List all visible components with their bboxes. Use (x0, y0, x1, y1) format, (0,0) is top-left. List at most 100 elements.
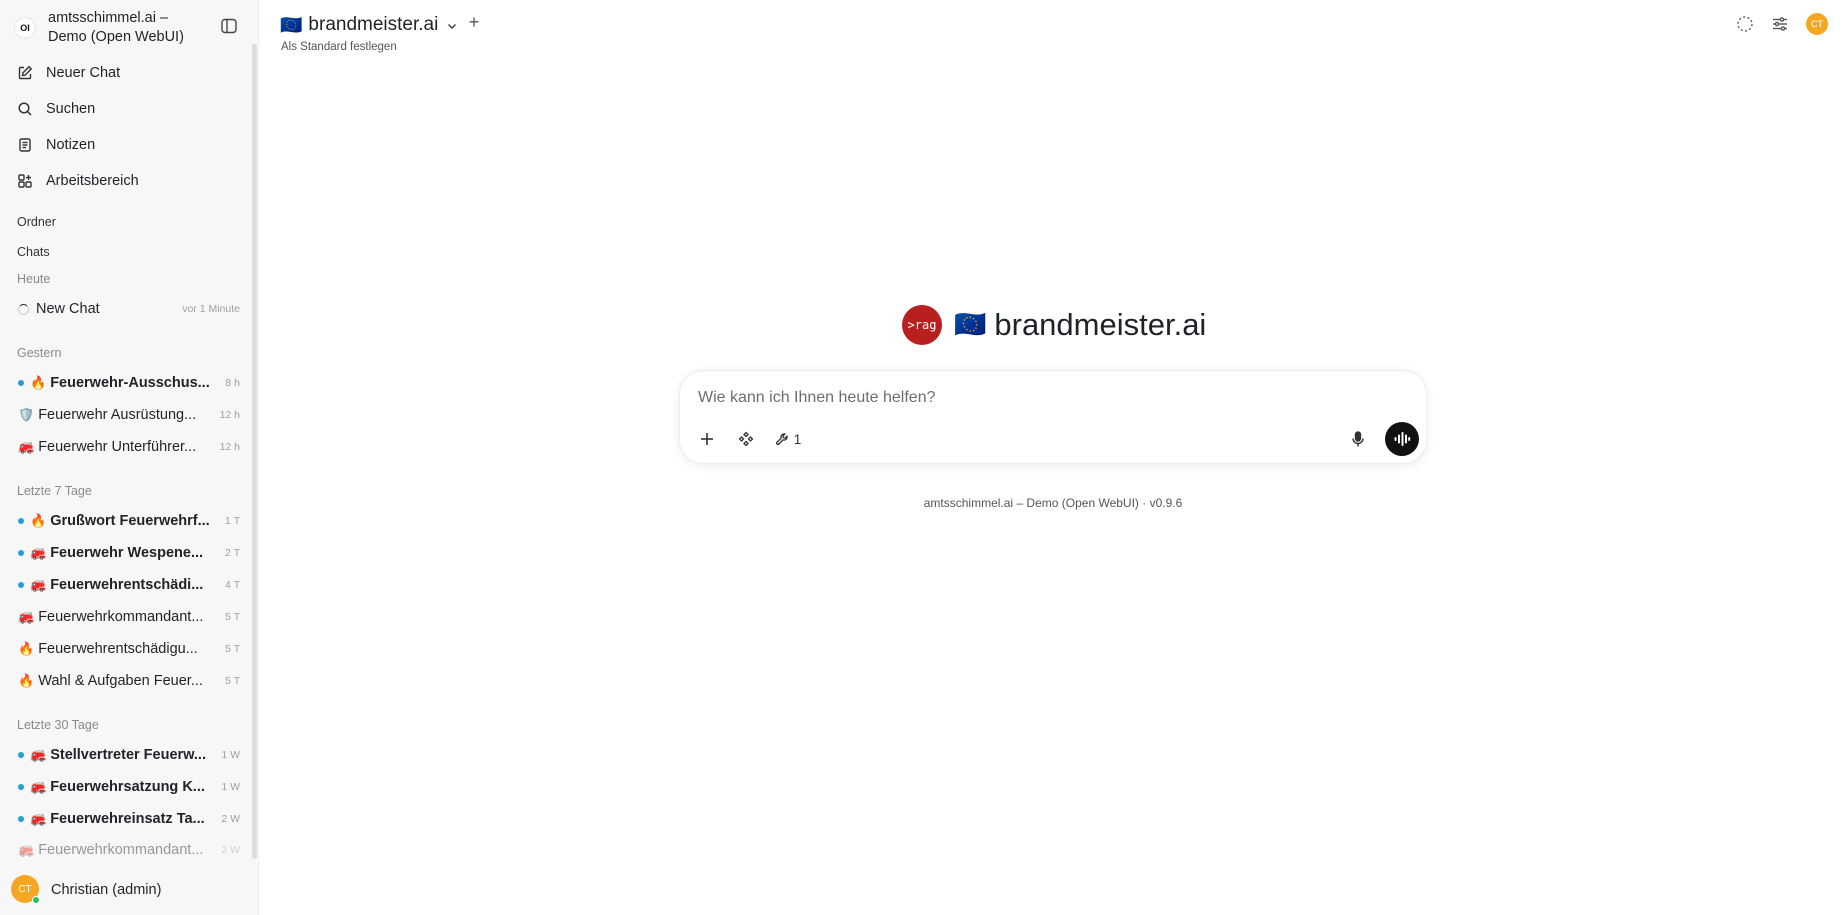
chat-title: Feuerwehr Ausrüstung... (38, 407, 197, 423)
group-label-today: Heute (17, 272, 51, 286)
model-flag: 🇪🇺 (280, 14, 303, 36)
top-user-avatar[interactable]: CT (1806, 13, 1828, 35)
plus-icon (701, 433, 713, 445)
chat-emoji: 🔥 (30, 513, 47, 529)
group-label-yesterday: Gestern (17, 346, 62, 360)
chat-time: vor 1 Minute (182, 303, 240, 315)
chat-time: 2 T (225, 547, 240, 559)
chat-time: 5 T (225, 675, 240, 687)
chat-item[interactable]: 🚒 Feuerwehrkommandant... 2 W (10, 837, 248, 863)
voice-waveform-icon (1394, 432, 1411, 446)
chat-time: 1 W (221, 749, 240, 761)
user-menu[interactable]: CT Christian (admin) (0, 868, 259, 915)
chat-emoji: 🔥 (30, 375, 47, 391)
edit-icon (16, 64, 34, 82)
chat-item[interactable]: 🚒 Feuerwehr Unterführer... 12 h (10, 433, 248, 461)
chats-section[interactable]: Chats (17, 245, 50, 259)
sidebar-scrollbar[interactable] (252, 44, 257, 859)
chat-time: 2 W (221, 844, 240, 856)
chat-title: Feuerwehrentschädi... (50, 577, 204, 593)
chevron-down-icon (446, 19, 458, 31)
chat-time: 8 h (225, 377, 240, 389)
chat-title: Grußwort Feuerwehrf... (50, 513, 210, 529)
chat-item[interactable]: 🛡️ Feuerwehr Ausrüstung... 12 h (10, 401, 248, 429)
dictate-button[interactable] (1347, 428, 1369, 450)
online-status-indicator (32, 896, 40, 904)
add-model-button[interactable]: + (466, 13, 482, 31)
unread-dot (18, 816, 24, 822)
chat-time: 5 T (225, 611, 240, 623)
chat-emoji: 🚒 (30, 779, 47, 795)
app-title[interactable]: amtsschimmel.ai – Demo (Open WebUI) (48, 9, 188, 47)
chat-title: Feuerwehrentschädigu... (38, 641, 198, 657)
chat-item[interactable]: 🚒 Feuerwehrkommandant... 5 T (10, 603, 248, 631)
hero-model-name: brandmeister.ai (994, 307, 1207, 342)
nav-search[interactable]: Suchen (10, 93, 248, 125)
loading-spinner-icon (18, 303, 29, 315)
sidebar-toggle-icon[interactable] (220, 17, 238, 35)
search-icon (16, 100, 34, 118)
chat-item[interactable]: 🚒 Feuerwehreinsatz Ta... 2 W (10, 805, 248, 833)
nav-workspace[interactable]: Arbeitsbereich (10, 165, 248, 197)
chat-item[interactable]: 🔥 Feuerwehr-Ausschus... 8 h (10, 369, 248, 397)
nav-label: Neuer Chat (46, 65, 121, 81)
chat-item[interactable]: 🔥 Wahl & Aufgaben Feuer... 5 T (10, 667, 248, 695)
workspace-icon (16, 172, 34, 190)
attach-button[interactable] (696, 428, 718, 450)
chat-item[interactable]: 🔥 Feuerwehrentschädigu... 5 T (10, 635, 248, 663)
unread-dot (18, 752, 24, 758)
integrations-icon (738, 431, 754, 447)
tools-button[interactable]: 1 (771, 428, 805, 450)
model-avatar: >rag (902, 305, 942, 345)
chat-item[interactable]: 🚒 Feuerwehr Wespene... 2 T (10, 539, 248, 567)
chat-time: 12 h (219, 409, 240, 421)
chat-emoji: 🚒 (18, 439, 35, 455)
nav-new-chat[interactable]: Neuer Chat (10, 57, 248, 89)
nav-label: Suchen (46, 101, 96, 117)
voice-mode-button[interactable] (1385, 422, 1419, 456)
model-selector[interactable]: 🇪🇺 brandmeister.ai (280, 12, 458, 38)
chat-title: New Chat (36, 301, 100, 317)
chat-emoji: 🚒 (30, 545, 47, 561)
loading-icon[interactable] (1735, 14, 1755, 34)
nav-label: Arbeitsbereich (46, 173, 139, 189)
chat-title: Feuerwehreinsatz Ta... (50, 811, 205, 827)
message-input[interactable] (698, 389, 1378, 407)
group-label-last-30-days: Letzte 30 Tage (17, 718, 99, 732)
set-default-link[interactable]: Als Standard festlegen (281, 41, 397, 53)
chat-emoji: 🚒 (30, 747, 47, 763)
chat-time: 4 T (225, 579, 240, 591)
chat-title: Feuerwehr-Ausschus... (50, 375, 210, 391)
chat-title: Feuerwehrkommandant... (38, 609, 204, 625)
group-label-last-7-days: Letzte 7 Tage (17, 484, 92, 498)
model-name: brandmeister.ai (308, 14, 439, 35)
chat-time: 5 T (225, 643, 240, 655)
chat-emoji: 🔥 (18, 641, 35, 657)
chat-title: Feuerwehrkommandant... (38, 842, 204, 858)
chat-item[interactable]: 🚒 Stellvertreter Feuerw... 1 W (10, 741, 248, 769)
notes-icon (16, 136, 34, 154)
sidebar: OI amtsschimmel.ai – Demo (Open WebUI) N… (0, 0, 259, 915)
microphone-icon (1352, 430, 1364, 446)
user-name[interactable]: Christian (admin) (51, 882, 161, 898)
chat-item[interactable]: 🔥 Grußwort Feuerwehrf... 1 T (10, 507, 248, 535)
sidebar-header: OI amtsschimmel.ai – Demo (Open WebUI) (0, 0, 259, 56)
model-hero: >rag 🇪🇺 brandmeister.ai (902, 305, 1206, 345)
chat-item[interactable]: 🚒 Feuerwehrsatzung K... 1 W (10, 773, 248, 801)
controls-icon[interactable] (1770, 14, 1790, 34)
integrations-button[interactable] (735, 428, 757, 450)
app-root: OI amtsschimmel.ai – Demo (Open WebUI) N… (0, 0, 1846, 915)
wrench-icon (775, 432, 788, 445)
message-composer: 1 (679, 370, 1427, 464)
chat-emoji: 🚒 (18, 842, 35, 858)
chat-item[interactable]: 🚒 Feuerwehrentschädi... 4 T (10, 571, 248, 599)
chat-title: Stellvertreter Feuerw... (50, 747, 206, 763)
folders-section[interactable]: Ordner (17, 215, 56, 229)
chat-item[interactable]: New Chat vor 1 Minute (10, 295, 248, 323)
app-logo[interactable]: OI (14, 17, 36, 39)
unread-dot (18, 380, 24, 386)
chat-emoji: 🚒 (30, 577, 47, 593)
chat-time: 1 T (225, 515, 240, 527)
nav-notes[interactable]: Notizen (10, 129, 248, 161)
nav-label: Notizen (46, 137, 96, 153)
